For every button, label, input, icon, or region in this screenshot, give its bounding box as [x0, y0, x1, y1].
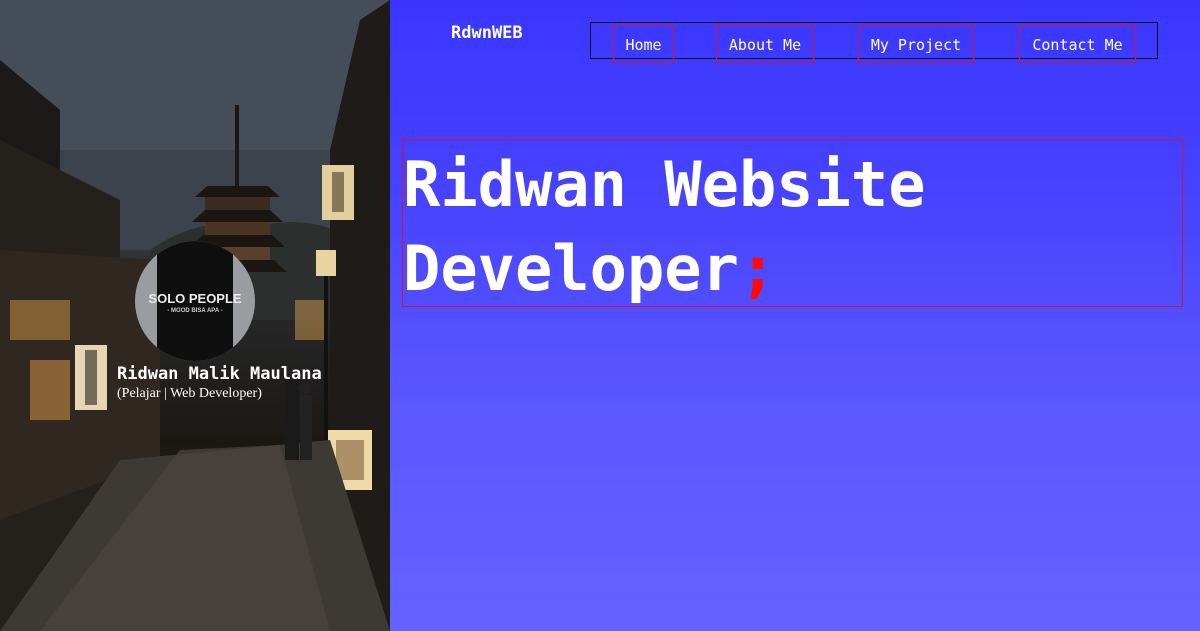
hero-line-2: Developer; — [403, 238, 776, 300]
nav-project-link[interactable]: My Project — [858, 24, 974, 64]
brand-logo[interactable]: RdwnWEB — [451, 23, 523, 43]
nav-project-label: My Project — [870, 36, 962, 54]
avatar: SOLO PEOPLE - MOOD BISA APA - — [135, 241, 255, 361]
nav-contact-link[interactable]: Contact Me — [1019, 24, 1136, 64]
nav-home-link[interactable]: Home — [613, 24, 674, 64]
hero-semicolon: ; — [738, 232, 777, 305]
avatar-shirt-subtext: - MOOD BISA APA - — [167, 308, 223, 314]
nav-about-link[interactable]: About Me — [716, 24, 814, 64]
profile-card: SOLO PEOPLE - MOOD BISA APA - Ridwan Mal… — [0, 0, 390, 631]
profile-role: (Pelajar | Web Developer) — [117, 386, 262, 401]
main-panel — [390, 0, 1200, 631]
hero-line-1: Ridwan Website — [403, 148, 926, 221]
hero-heading: Ridwan Website Developer; — [402, 139, 1183, 307]
avatar-shirt-text: SOLO PEOPLE — [148, 291, 242, 306]
hero-line-2-text: Developer — [403, 232, 739, 305]
nav-about-label: About Me — [728, 36, 802, 54]
profile-name: Ridwan Malik Maulana — [117, 364, 322, 384]
nav-contact-label: Contact Me — [1032, 36, 1123, 54]
nav-home-label: Home — [625, 36, 662, 54]
